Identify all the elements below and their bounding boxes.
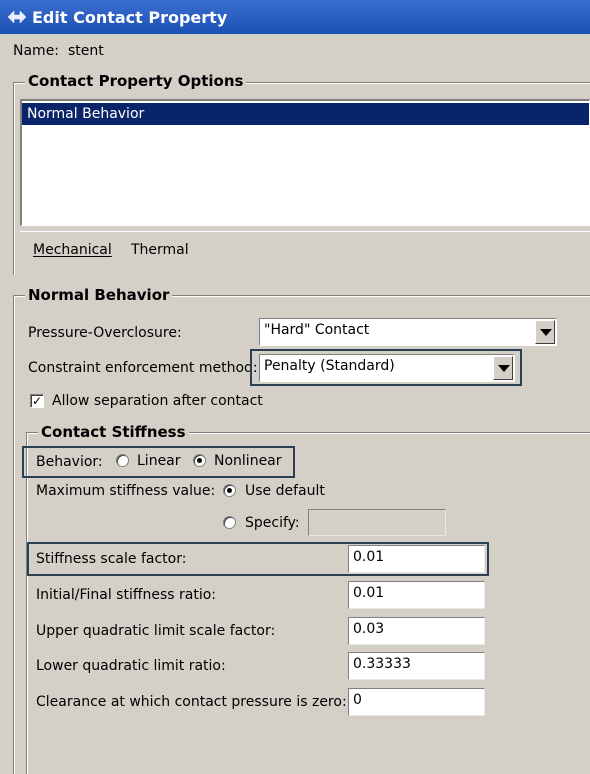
normal-behavior-title: Normal Behavior	[25, 286, 173, 304]
use-default-radio[interactable]	[223, 484, 236, 497]
list-item-normal-behavior[interactable]: Normal Behavior	[22, 103, 589, 125]
use-default-label: Use default	[245, 483, 325, 499]
specify-radio[interactable]	[223, 516, 236, 529]
behavior-nonlinear-label: Nonlinear	[214, 453, 282, 469]
menu-thermal[interactable]: Thermal	[131, 242, 189, 258]
list-item-label: Normal Behavior	[27, 106, 145, 122]
behavior-nonlinear-radio[interactable]	[193, 454, 206, 467]
options-list[interactable]: Normal Behavior	[20, 99, 590, 226]
initial-final-stiffness-ratio-label: Initial/Final stiffness ratio:	[36, 587, 217, 603]
specify-label: Specify:	[245, 515, 300, 531]
name-label: Name:	[13, 43, 60, 59]
upper-quadratic-limit-input[interactable]: 0.03	[348, 617, 485, 645]
clearance-zero-pressure-label: Clearance at which contact pressure is z…	[36, 694, 347, 710]
specify-input[interactable]	[308, 509, 446, 536]
chevron-down-icon[interactable]	[535, 320, 555, 344]
initial-final-stiffness-ratio-input[interactable]: 0.01	[348, 581, 485, 609]
menu-mechanical[interactable]: Mechanical	[33, 242, 112, 258]
behavior-linear-label: Linear	[137, 453, 181, 469]
name-value: stent	[68, 43, 104, 59]
behavior-label: Behavior:	[36, 454, 103, 470]
contact-property-options-title: Contact Property Options	[25, 72, 247, 90]
lower-quadratic-limit-input[interactable]: 0.33333	[348, 652, 485, 680]
contact-stiffness-title: Contact Stiffness	[38, 423, 189, 441]
pressure-overclosure-value: "Hard" Contact	[264, 322, 370, 338]
upper-quadratic-limit-label: Upper quadratic limit scale factor:	[36, 623, 276, 639]
clearance-zero-pressure-input[interactable]: 0	[348, 688, 485, 716]
chevron-down-icon[interactable]	[493, 356, 513, 380]
allow-separation-label: Allow separation after contact	[52, 393, 263, 409]
behavior-linear-radio[interactable]	[116, 454, 129, 467]
max-stiffness-label: Maximum stiffness value:	[36, 483, 216, 499]
pressure-overclosure-label: Pressure-Overclosure:	[28, 325, 182, 341]
contact-property-icon	[7, 10, 27, 24]
constraint-method-label: Constraint enforcement method:	[28, 360, 258, 376]
pressure-overclosure-dropdown[interactable]: "Hard" Contact	[259, 318, 557, 346]
title-bar[interactable]: Edit Contact Property	[0, 0, 590, 34]
constraint-method-value: Penalty (Standard)	[264, 358, 395, 374]
window-title: Edit Contact Property	[32, 8, 228, 27]
allow-separation-checkbox[interactable]: ✓	[30, 394, 44, 408]
stiffness-scale-factor-input[interactable]: 0.01	[348, 545, 485, 573]
stiffness-scale-factor-label: Stiffness scale factor:	[36, 551, 187, 567]
constraint-method-dropdown[interactable]: Penalty (Standard)	[259, 354, 515, 382]
lower-quadratic-limit-label: Lower quadratic limit ratio:	[36, 658, 226, 674]
